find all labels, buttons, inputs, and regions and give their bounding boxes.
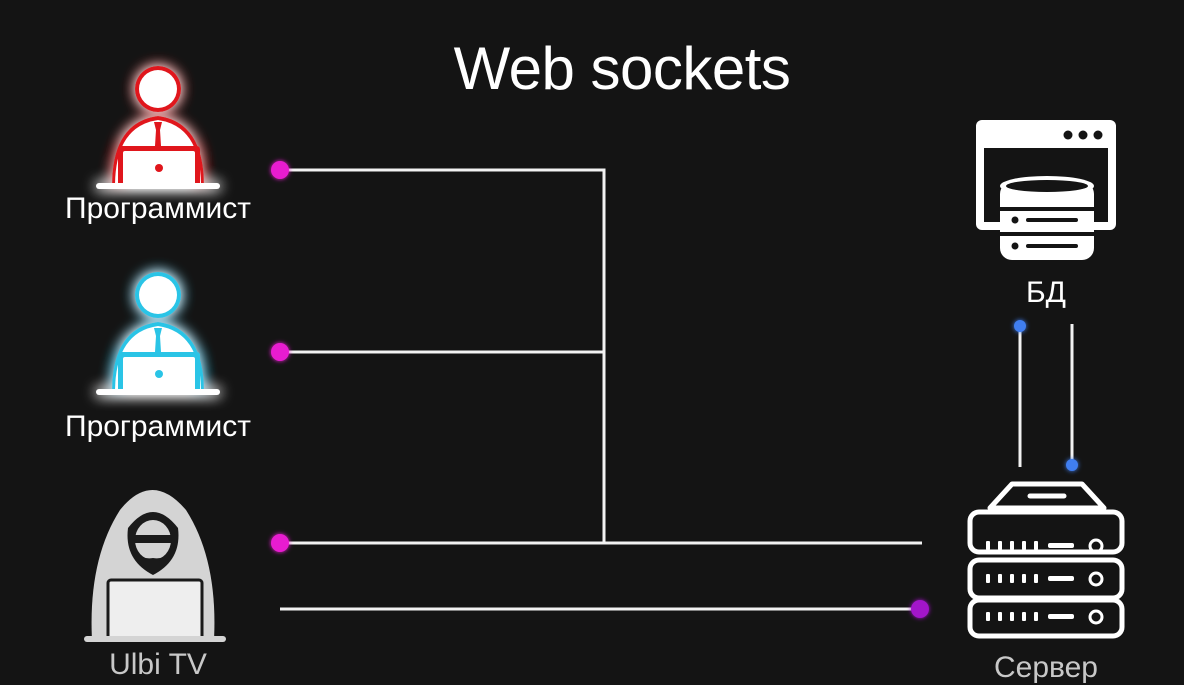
programmer1-label: Программист <box>65 192 251 225</box>
connector-dot-hacker <box>271 534 289 552</box>
line-programmer1-to-hub <box>282 168 606 543</box>
programmer-red-icon <box>96 66 220 189</box>
database-label: БД <box>1025 276 1066 309</box>
hacker-icon <box>84 490 226 642</box>
connector-dot-db-right <box>1066 459 1078 471</box>
connector-dot-programmer1 <box>271 161 289 179</box>
connector-dot-programmer2 <box>271 343 289 361</box>
programmer2-label: Программист <box>65 410 251 443</box>
diagram-canvas <box>84 66 1125 642</box>
hacker-label: Ulbi TV <box>109 648 207 681</box>
connector-dot-db-left <box>1014 320 1026 332</box>
programmer-cyan-icon <box>96 272 220 395</box>
connection-lines <box>280 168 1074 611</box>
server-label: Сервер <box>993 651 1098 684</box>
database-icon <box>976 120 1116 260</box>
connector-dot-server <box>911 600 929 618</box>
